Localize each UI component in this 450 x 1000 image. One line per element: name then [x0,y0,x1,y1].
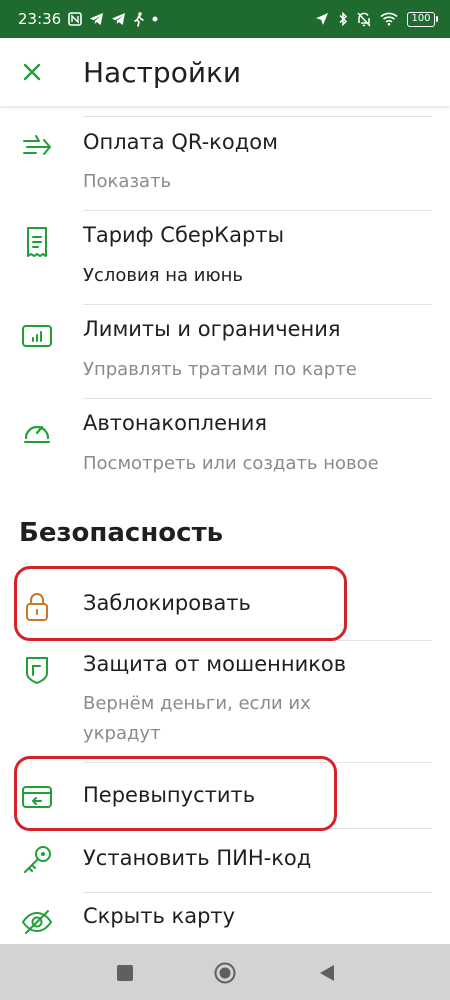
limits-chart-icon [21,320,53,352]
battery-icon: 100 [407,11,438,27]
settings-item-title: Перевыпустить [83,783,256,807]
dot-icon [152,16,158,22]
settings-item-title: Защита от мошенников [83,652,347,676]
tariff-document-icon [21,226,53,258]
back-button[interactable] [316,962,338,984]
settings-item-title: Лимиты и ограничения [83,317,341,341]
status-time: 23:36 [18,10,62,28]
battery-level: 100 [407,11,435,27]
reissue-card-icon [21,781,53,813]
settings-item-subtitle: Посмотреть или создать новое [83,453,379,474]
settings-item-block-card[interactable]: Заблокировать [0,574,450,640]
gauge-icon [21,414,53,446]
settings-item-subtitle-line2: украдут [83,723,161,744]
bluetooth-icon [338,11,348,27]
home-button[interactable] [214,962,236,984]
settings-item-title: Автонакопления [83,411,268,435]
eye-hidden-icon [21,906,53,938]
shield-icon [21,654,53,686]
settings-item-title: Установить ПИН-код [83,846,312,870]
recent-apps-button[interactable] [114,962,136,984]
system-nav-bar [0,944,450,1000]
settings-item-set-pin[interactable]: Установить ПИН-код [0,828,450,892]
location-icon [315,12,329,26]
settings-item-limits[interactable]: Лимиты и ограничения Управлять тратами п… [0,304,450,398]
home-icon [214,962,236,984]
section-title-security: Безопасность [19,518,224,548]
settings-item-fraud-protection[interactable]: Защита от мошенников Вернём деньги, если… [0,640,450,762]
telegram-icon [111,12,126,26]
settings-item-title: Оплата QR-кодом [83,130,278,154]
close-button[interactable] [15,55,49,89]
settings-item-subtitle: Управлять тратами по карте [83,359,357,380]
settings-item-title: Заблокировать [83,591,251,615]
status-bar: 23:36 100 [0,0,450,38]
lock-icon [21,591,53,623]
page-title: Настройки [83,55,242,89]
qr-pay-icon [21,131,53,163]
close-icon [23,63,41,81]
settings-list[interactable]: Оплата QR-кодом Показать Тариф СберКарты… [0,106,450,972]
settings-item-autosavings[interactable]: Автонакопления Посмотреть или создать но… [0,398,450,494]
wifi-icon [380,12,398,26]
key-icon [21,844,53,876]
nfc-icon [68,12,83,26]
settings-item-title: Тариф СберКарты [83,223,285,247]
app-header: Настройки [0,38,450,106]
settings-item-tariff[interactable]: Тариф СберКарты Условия на июнь [0,210,450,304]
walking-icon [133,11,145,27]
settings-item-qr-payment[interactable]: Оплата QR-кодом Показать [0,116,450,210]
settings-item-reissue-card[interactable]: Перевыпустить [0,762,450,828]
settings-item-subtitle-line1: Вернём деньги, если их [83,693,311,714]
settings-item-hide-card[interactable]: Скрыть карту [0,892,450,952]
mute-icon [357,11,371,27]
telegram-icon [89,12,104,26]
settings-item-subtitle: Показать [83,171,172,192]
settings-item-subtitle: Условия на июнь [83,265,243,286]
recent-apps-icon [117,965,133,981]
settings-item-title: Скрыть карту [83,904,236,928]
back-icon [320,965,334,981]
